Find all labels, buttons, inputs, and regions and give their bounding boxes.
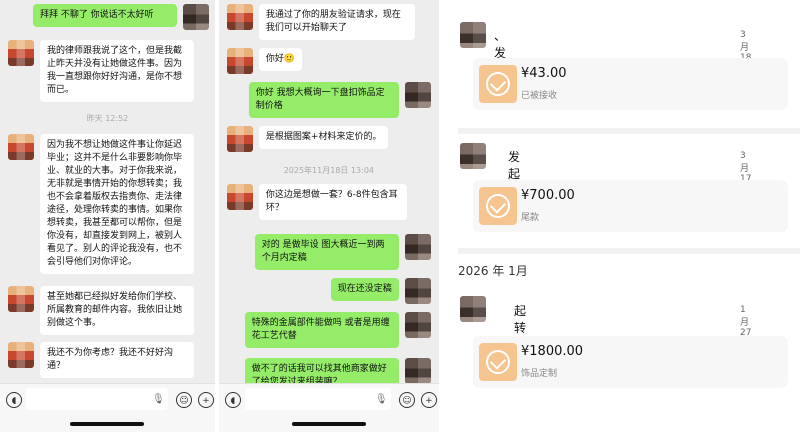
message-bubble: 你好🙂 [258, 48, 303, 71]
incoming-message[interactable]: 你好🙂 [226, 48, 303, 74]
message-bubble: 我的律师跟我说了这个，但是我截止昨天并没有让她做这件事。因为我一直想跟你好好沟通… [40, 40, 194, 102]
outgoing-message[interactable]: 你好 我想大概询一下盘扣饰品定制价格 [248, 82, 431, 118]
avatar[interactable] [460, 296, 486, 322]
incoming-message[interactable]: 你这边是想做一套？6-8件包含耳环？ [226, 184, 407, 220]
transfer-amount: ¥700.00 [521, 188, 575, 203]
emoji-icon[interactable]: ☺ [398, 392, 415, 408]
incoming-message[interactable]: 我的律师跟我说了这个，但是我截止昨天并没有让她做这件事。因为我一直想跟你好好沟通… [8, 40, 194, 102]
emoji-icon[interactable]: ☺ [176, 392, 192, 408]
avatar[interactable] [404, 278, 431, 304]
home-indicator [70, 422, 145, 426]
month-header: 2026 年 1月 [458, 264, 528, 278]
message-bubble: 是根据图案+材料来定价的。 [258, 126, 389, 149]
transfer-card[interactable]: ¥1800.00 饰品定制 [473, 336, 788, 388]
message-bubble: 我通过了你的朋友验证请求，现在我们可以开始聊天了 [258, 4, 415, 40]
incoming-message[interactable]: 是根据图案+材料来定价的。 [226, 126, 389, 152]
message-bubble: 甚至她都已经拟好发给你们学校、所属教育的邮件内容。我依旧让她别做这个事。 [40, 286, 194, 335]
avatar[interactable] [8, 40, 34, 66]
outgoing-message[interactable]: 对的 是做毕设 图大概近一到两个月内定稿 [254, 234, 431, 270]
message-bubble: 因为我不想让她做这件事让你延迟毕业；这并不是什么非要影响你毕业、就业的大事。对于… [40, 134, 194, 274]
divider [214, 0, 217, 432]
avatar[interactable] [226, 184, 253, 210]
message-bubble: 你好 我想大概询一下盘扣饰品定制价格 [248, 82, 399, 118]
transfer-card[interactable]: ¥700.00 尾款 [473, 180, 788, 232]
outgoing-message[interactable]: 特殊的金属部件能做吗 或者是用缠花工艺代替 [244, 312, 431, 348]
transfer-card[interactable]: ¥43.00 已被接收 [473, 58, 788, 110]
home-indicator [291, 422, 366, 426]
avatar[interactable] [404, 82, 431, 108]
message-bubble: 对的 是做毕设 图大概近一到两个月内定稿 [254, 234, 399, 270]
avatar[interactable] [226, 4, 253, 30]
avatar[interactable] [460, 143, 486, 169]
microphone-icon[interactable]: 🎙 [375, 394, 388, 405]
message-bubble: 你这边是想做一套？6-8件包含耳环？ [258, 184, 407, 220]
message-bubble: 现在还没定稿 [330, 278, 399, 301]
avatar[interactable] [404, 312, 431, 338]
transfer-note: 已被接收 [521, 91, 558, 101]
message-bubble: 我还不为你考虑？我还不好好沟通？ [40, 342, 194, 378]
transfer-amount: ¥43.00 [521, 66, 567, 81]
message-input[interactable] [26, 388, 168, 410]
separator [458, 128, 800, 134]
outgoing-message[interactable]: 拜拜 不聊了 你说话不太好听 [32, 4, 209, 30]
incoming-message[interactable]: 我还不为你考虑？我还不好好沟通？ [8, 342, 194, 378]
avatar[interactable] [8, 342, 34, 368]
incoming-message[interactable]: 因为我不想让她做这件事让你延迟毕业；这并不是什么非要影响你毕业、就业的大事。对于… [8, 134, 194, 274]
avatar[interactable] [8, 134, 34, 160]
transfer-check-icon [479, 65, 517, 103]
transfer-amount: ¥1800.00 [521, 344, 584, 359]
avatar[interactable] [404, 234, 431, 260]
transfer-check-icon [479, 187, 517, 225]
chat-input-bar: ◖ 🎙 ☺ + [0, 383, 215, 432]
chat-input-bar: ◖ 🎙 ☺ + [218, 383, 439, 432]
plus-icon[interactable]: + [198, 392, 214, 408]
plus-icon[interactable]: + [420, 392, 437, 408]
incoming-message[interactable]: 甚至她都已经拟好发给你们学校、所属教育的邮件内容。我依旧让她别做这个事。 [8, 286, 194, 335]
message-bubble: 拜拜 不聊了 你说话不太好听 [32, 4, 177, 27]
message-input[interactable] [244, 388, 391, 410]
timestamp: 昨天 12:52 [86, 114, 129, 123]
incoming-message[interactable]: 我通过了你的朋友验证请求，现在我们可以开始聊天了 [226, 4, 415, 40]
left-chat-panel: 拜拜 不聊了 你说话不太好听 我的律师跟我说了这个，但是我截止昨天并没有让她做这… [0, 0, 215, 432]
message-bubble: 特殊的金属部件能做吗 或者是用缠花工艺代替 [244, 312, 399, 348]
microphone-icon[interactable]: 🎙 [152, 394, 165, 405]
separator [458, 248, 800, 254]
avatar[interactable] [460, 22, 486, 48]
avatar[interactable] [226, 48, 253, 74]
transfer-note: 饰品定制 [521, 369, 558, 379]
avatar[interactable] [404, 358, 431, 384]
timestamp: 2025年11月18日 13:04 [283, 166, 375, 175]
middle-chat-panel: 我通过了你的朋友验证请求，现在我们可以开始聊天了 你好🙂 你好 我想大概询一下盘… [218, 0, 439, 432]
voice-icon[interactable]: ◖ [224, 392, 241, 408]
transfer-check-icon [479, 343, 517, 381]
avatar[interactable] [226, 126, 253, 152]
outgoing-message[interactable]: 现在还没定稿 [330, 278, 431, 304]
avatar[interactable] [182, 4, 209, 30]
transfer-note: 尾款 [521, 213, 540, 223]
avatar[interactable] [8, 286, 34, 312]
divider [438, 0, 452, 432]
voice-icon[interactable]: ◖ [6, 392, 22, 408]
